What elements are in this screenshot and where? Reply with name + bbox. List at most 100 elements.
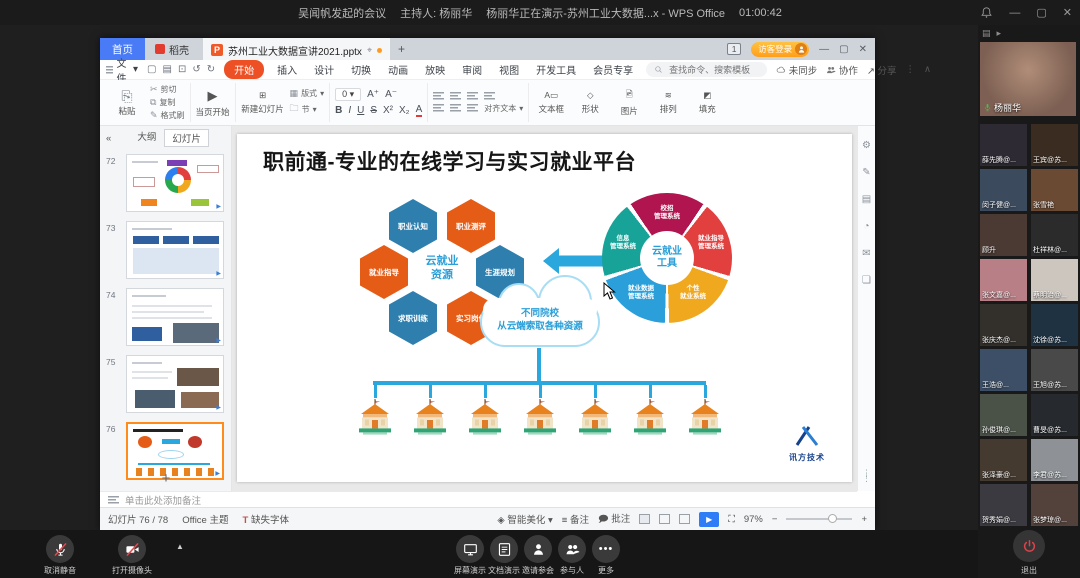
panel-layout-icon[interactable]: ▤ — [982, 28, 991, 39]
menu-tab-insert[interactable]: 插入 — [273, 61, 301, 78]
participant-tile[interactable]: 李君@苏... — [1031, 439, 1078, 481]
command-search[interactable] — [646, 62, 767, 77]
participant-tile[interactable]: 王宾@苏... — [1031, 124, 1078, 166]
reading-view-icon[interactable] — [679, 514, 690, 524]
camera-options-caret[interactable]: ▲ — [176, 542, 184, 551]
slide-thumbnail-74[interactable]: ▶ — [126, 288, 224, 346]
number-list-icon[interactable] — [450, 92, 461, 100]
bell-icon[interactable] — [980, 6, 993, 19]
window-count-badge[interactable]: 1 — [727, 43, 741, 55]
align-text-button[interactable]: 对齐文本▾ — [484, 103, 523, 114]
decrease-font-icon[interactable]: A⁻ — [385, 89, 397, 100]
tab-slides[interactable]: 幻灯片 — [164, 129, 209, 147]
wps-close-icon[interactable]: ✕ — [859, 44, 867, 55]
menu-tab-view[interactable]: 视图 — [495, 61, 523, 78]
new-tab-button[interactable]: + — [398, 42, 405, 56]
menu-tab-design[interactable]: 设计 — [310, 61, 338, 78]
zoom-fit-icon[interactable]: ⛶ — [728, 514, 735, 525]
login-button[interactable]: 访客登录 — [751, 42, 809, 57]
wps-minimize-icon[interactable]: — — [819, 44, 829, 55]
strikethrough-button[interactable]: S — [370, 105, 377, 116]
slide-thumbnail-72[interactable]: ▶ — [126, 154, 224, 212]
save-icon[interactable]: ▢ — [147, 64, 156, 75]
note-button[interactable]: ≡ 备注 — [562, 512, 589, 526]
subscript-button[interactable]: X₂ — [399, 105, 410, 116]
fill-button[interactable]: ◩填充 — [690, 90, 724, 115]
new-slide-button[interactable]: ⊞新建幻灯片 — [241, 90, 285, 115]
shape-button[interactable]: ◇形状 — [573, 90, 607, 115]
line-spacing-icon[interactable] — [484, 92, 495, 100]
slide-thumbnail-75[interactable]: ▶ — [126, 355, 224, 413]
wps-restore-icon[interactable]: ▢ — [839, 44, 848, 55]
sorter-view-icon[interactable] — [659, 514, 670, 524]
indent-icon[interactable] — [467, 92, 478, 100]
menu-tab-member[interactable]: 会员专享 — [589, 61, 637, 78]
notes-bar[interactable]: 单击此处添加备注 — [100, 491, 857, 507]
participant-tile[interactable]: 王浩@... — [980, 349, 1027, 391]
comment-icon[interactable]: ✉ — [862, 248, 870, 259]
section-button[interactable]: 🗀节▾ — [290, 101, 325, 117]
italic-button[interactable]: I — [348, 105, 351, 116]
paste-button[interactable]: ⎘粘贴 — [109, 89, 145, 117]
current-slide[interactable]: 职前通-专业的在线学习与实习就业平台 职业认知 职业测评 就业指导 生涯规划 求… — [237, 134, 852, 482]
properties-icon[interactable]: ⚙ — [862, 140, 871, 151]
unmute-button[interactable]: 取消静音 — [32, 535, 88, 576]
participant-tile[interactable]: 曹旻@苏... — [1031, 394, 1078, 436]
participant-tile[interactable]: 顾升 — [980, 214, 1027, 256]
menu-tab-slideshow[interactable]: 放映 — [421, 61, 449, 78]
add-slide-button[interactable]: + — [100, 470, 232, 487]
participant-tile[interactable]: 沈徐@苏... — [1031, 304, 1078, 346]
slide-thumbnail-73[interactable]: ▶ — [126, 221, 224, 279]
layout-icon[interactable]: ▤ — [862, 194, 871, 205]
comment-button[interactable]: 🗩 批注 — [598, 511, 630, 528]
bullet-list-icon[interactable] — [433, 92, 444, 100]
bold-button[interactable]: B — [335, 105, 342, 116]
align-center-icon[interactable] — [450, 104, 461, 112]
participant-tile[interactable]: 王旭@苏... — [1031, 349, 1078, 391]
participant-tile[interactable]: 杜祥林@... — [1031, 214, 1078, 256]
wps-docer-button[interactable]: 稻壳 — [145, 38, 199, 60]
restore-icon[interactable]: ▢ — [1036, 6, 1046, 19]
theme-name[interactable]: Office 主题 — [182, 512, 228, 526]
beautify-button[interactable]: ◈ 智能美化 ▾ — [497, 512, 552, 526]
close-icon[interactable]: ✕ — [1063, 6, 1072, 19]
collapse-panel-icon[interactable]: « — [106, 133, 111, 144]
layout-button[interactable]: ▦版式▾ — [290, 88, 325, 99]
participant-tile[interactable]: 张梦琼@... — [1031, 484, 1078, 526]
export-icon[interactable]: ⊡ — [178, 64, 186, 75]
participant-tile[interactable]: 张雪艳 — [1031, 169, 1078, 211]
scroll-dots-icon[interactable]: ⋮⋮ — [862, 471, 871, 481]
search-input[interactable] — [667, 64, 759, 76]
font-color-button[interactable]: A — [416, 104, 423, 117]
increase-font-icon[interactable]: A⁺ — [367, 89, 379, 100]
zoom-slider-knob[interactable] — [828, 514, 837, 523]
edit-icon[interactable]: ✎ — [862, 167, 870, 178]
participant-tile[interactable]: 孙俊琪@... — [980, 394, 1027, 436]
underline-button[interactable]: U — [357, 105, 364, 116]
menu-tab-start[interactable]: 开始 — [224, 60, 264, 79]
align-left-icon[interactable] — [433, 104, 444, 112]
participant-tile[interactable]: 贺秀娟@... — [980, 484, 1027, 526]
redo-icon[interactable]: ↻ — [207, 64, 215, 75]
zoom-slider[interactable] — [786, 518, 852, 520]
sync-status[interactable]: 未同步 — [776, 63, 817, 77]
more-icon[interactable]: ⋮ — [906, 64, 916, 75]
superscript-button[interactable]: X² — [383, 105, 393, 116]
participant-tile[interactable]: 张泽豪@... — [980, 439, 1027, 481]
missing-font-warning[interactable]: T 缺失字体 — [242, 512, 288, 526]
print-icon[interactable]: ▤ — [162, 64, 171, 75]
collapse-ribbon-icon[interactable]: ∧ — [924, 64, 931, 75]
wps-document-tab[interactable]: P 苏州工业大数据宣讲2021.pptx ⌖ — [203, 38, 390, 60]
menu-tab-review[interactable]: 审阅 — [458, 61, 486, 78]
zoom-out-button[interactable]: − — [772, 514, 778, 525]
font-size-select[interactable]: 0 ▾ — [335, 88, 361, 101]
normal-view-icon[interactable] — [639, 514, 650, 524]
arrange-button[interactable]: ≋排列 — [651, 90, 685, 115]
more-button[interactable]: ••• 更多 — [578, 535, 634, 576]
menu-tab-transition[interactable]: 切换 — [347, 61, 375, 78]
copy-button[interactable]: ⧉复制 — [150, 97, 185, 108]
participant-tile[interactable]: 张文嘉@... — [980, 259, 1027, 301]
menu-tab-animation[interactable]: 动画 — [384, 61, 412, 78]
participant-tile[interactable]: 薛先腾@... — [980, 124, 1027, 166]
panel-collapse-icon[interactable]: ▸ — [997, 28, 1002, 39]
